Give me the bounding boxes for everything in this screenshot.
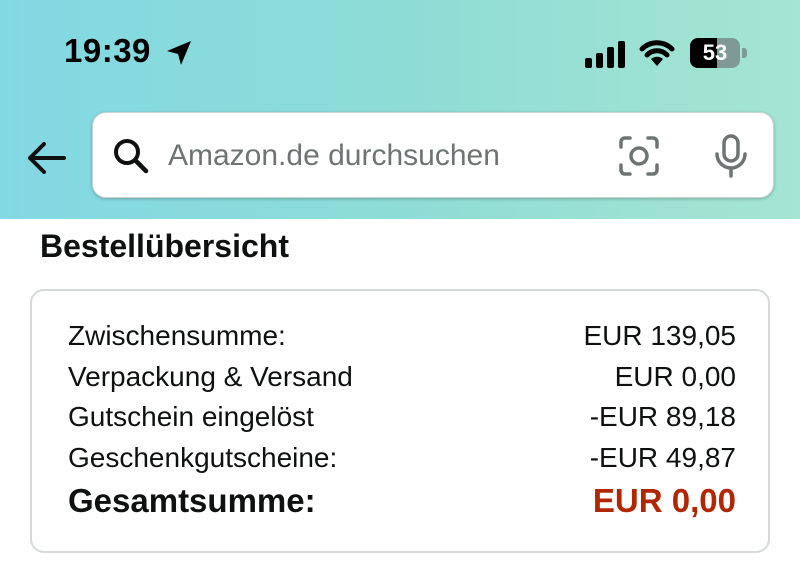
microphone-icon[interactable] [711, 133, 751, 179]
gift-card-value: -EUR 49,87 [589, 442, 736, 473]
subtotal-label: Zwischensumme: [68, 320, 286, 351]
total-row: Gesamtsumme: EUR 0,00 [68, 482, 736, 522]
search-icon [114, 139, 149, 174]
coupon-row: Gutschein eingelöst -EUR 89,18 [68, 401, 736, 441]
back-arrow-icon[interactable] [22, 134, 70, 182]
camera-lens-icon[interactable] [618, 135, 660, 177]
subtotal-row: Zwischensumme: EUR 139,05 [68, 320, 736, 360]
battery-icon: 53 [690, 38, 748, 68]
order-summary-title: Bestellübersicht [40, 228, 289, 264]
coupon-label: Gutschein eingelöst [68, 401, 314, 432]
shipping-value: EUR 0,00 [614, 361, 736, 392]
subtotal-value: EUR 139,05 [583, 320, 736, 351]
status-bar: 19:39 53 [0, 0, 800, 100]
total-value: EUR 0,00 [592, 482, 736, 519]
shipping-row: Verpackung & Versand EUR 0,00 [68, 361, 736, 401]
gift-card-label: Geschenkgutscheine: [68, 442, 338, 473]
wifi-icon [639, 40, 675, 66]
search-bar[interactable] [92, 112, 774, 198]
gift-card-row: Geschenkgutscheine: -EUR 49,87 [68, 442, 736, 482]
location-arrow-icon [167, 41, 191, 65]
coupon-value: -EUR 89,18 [589, 401, 736, 432]
battery-level-text: 53 [702, 40, 728, 65]
cellular-signal-icon [585, 41, 625, 68]
total-label: Gesamtsumme: [68, 482, 316, 519]
order-summary-card: Zwischensumme: EUR 139,05 Verpackung & V… [30, 289, 770, 553]
search-input[interactable] [168, 131, 608, 181]
app-header: 19:39 53 [0, 0, 800, 219]
status-time: 19:39 [64, 32, 151, 69]
shipping-label: Verpackung & Versand [68, 361, 353, 392]
